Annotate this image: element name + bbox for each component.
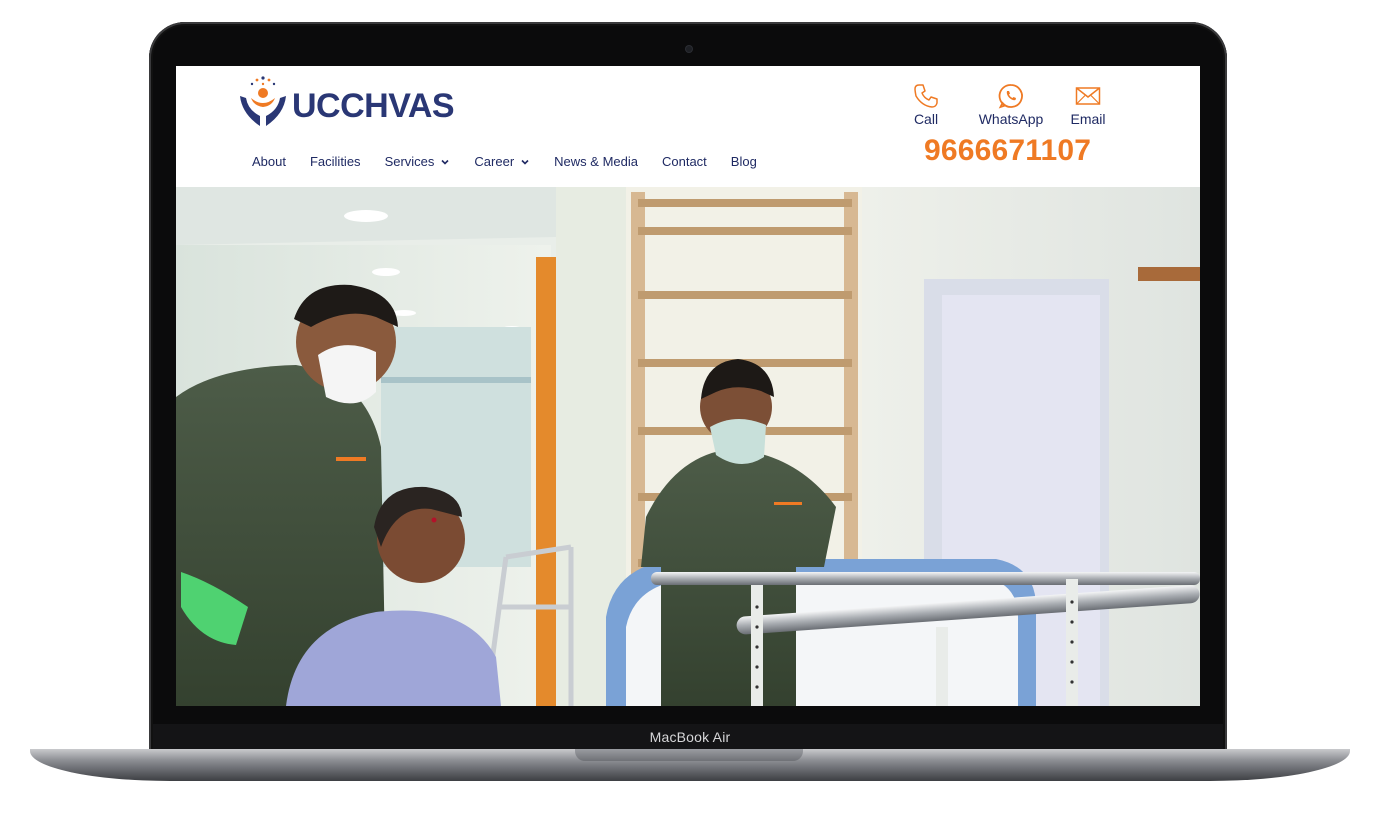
contact-shortcuts: Call WhatsApp Email (900, 82, 1118, 127)
whatsapp-label: WhatsApp (978, 111, 1044, 127)
phone-icon (914, 84, 938, 108)
laptop-hinge-notch (575, 749, 803, 761)
email-button[interactable]: Email (1058, 82, 1118, 127)
nav-item-label: News & Media (554, 154, 638, 169)
nav-item-facilities[interactable]: Facilities (310, 154, 361, 169)
nav-item-label: About (252, 154, 286, 169)
nav-item-label: Blog (730, 154, 757, 169)
nav-item-career[interactable]: Career (474, 154, 530, 169)
nav-item-label: Facilities (309, 154, 361, 169)
hero-video[interactable] (176, 187, 1200, 706)
call-label: Call (913, 111, 939, 127)
email-label: Email (1070, 111, 1106, 127)
site-logo[interactable]: UCCHVAS (238, 74, 455, 130)
nav-item-label: Contact (661, 154, 707, 169)
logo-hands-icon (240, 76, 286, 126)
nav-item-label: Services (384, 154, 435, 169)
nav-item-about[interactable]: About (252, 154, 286, 169)
whatsapp-button[interactable]: WhatsApp (966, 82, 1056, 127)
site-header: UCCHVAS About Facilities Services Career… (176, 66, 1200, 187)
chevron-down-icon (521, 159, 529, 165)
nav-item-services[interactable]: Services (385, 154, 451, 169)
nav-item-news-media[interactable]: News & Media (554, 154, 638, 169)
nav-item-blog[interactable]: Blog (731, 154, 757, 169)
main-nav: About Facilities Services Career News & … (252, 154, 781, 169)
mail-icon (1075, 87, 1101, 105)
nav-item-label: Career (474, 154, 515, 169)
whatsapp-icon (998, 84, 1023, 109)
nav-item-contact[interactable]: Contact (662, 154, 707, 169)
phone-number-link[interactable]: 9666671107 (924, 134, 1091, 168)
call-button[interactable]: Call (900, 82, 952, 127)
webcam (686, 46, 692, 52)
chevron-down-icon (441, 159, 449, 165)
device-model-label: MacBook Air (649, 729, 731, 745)
hero-scene-image (176, 187, 1200, 706)
logo-wordmark: UCCHVAS (292, 86, 455, 125)
website-screen: UCCHVAS About Facilities Services Career… (176, 66, 1200, 706)
